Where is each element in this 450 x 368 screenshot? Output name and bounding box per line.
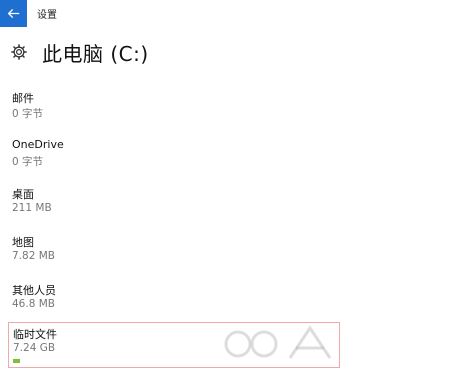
item-name: 其他人员 <box>12 284 56 297</box>
item-name: 临时文件 <box>13 328 57 341</box>
item-name: 地图 <box>12 236 34 249</box>
item-size: 7.82 MB <box>12 250 55 262</box>
page-title: 此电脑 (C:) <box>42 41 149 66</box>
page-header: 此电脑 (C:) <box>10 38 149 66</box>
back-arrow-icon <box>7 8 20 19</box>
storage-category-list: 邮件 0 字节 OneDrive 0 字节 桌面 211 MB 地图 7.82 … <box>8 90 342 368</box>
list-item[interactable]: 邮件 0 字节 <box>12 90 342 138</box>
title-bar: 设置 <box>0 0 450 27</box>
item-size: 46.8 MB <box>12 298 55 310</box>
list-item[interactable]: OneDrive 0 字节 <box>12 138 342 186</box>
list-item[interactable]: 地图 7.82 MB <box>12 234 342 282</box>
gear-icon <box>11 44 27 60</box>
watermark-logo <box>224 325 332 359</box>
usage-bar <box>13 359 20 363</box>
scroll-fade <box>0 66 450 76</box>
item-size: 0 字节 <box>12 108 44 120</box>
item-name: OneDrive <box>12 138 64 151</box>
back-button[interactable] <box>0 0 27 27</box>
item-name: 桌面 <box>12 188 34 201</box>
app-title: 设置 <box>37 10 57 21</box>
item-size: 211 MB <box>12 202 52 214</box>
list-item[interactable]: 桌面 211 MB <box>12 186 342 234</box>
item-name: 邮件 <box>12 92 34 105</box>
item-size: 0 字节 <box>12 156 44 168</box>
item-size: 7.24 GB <box>13 342 56 354</box>
